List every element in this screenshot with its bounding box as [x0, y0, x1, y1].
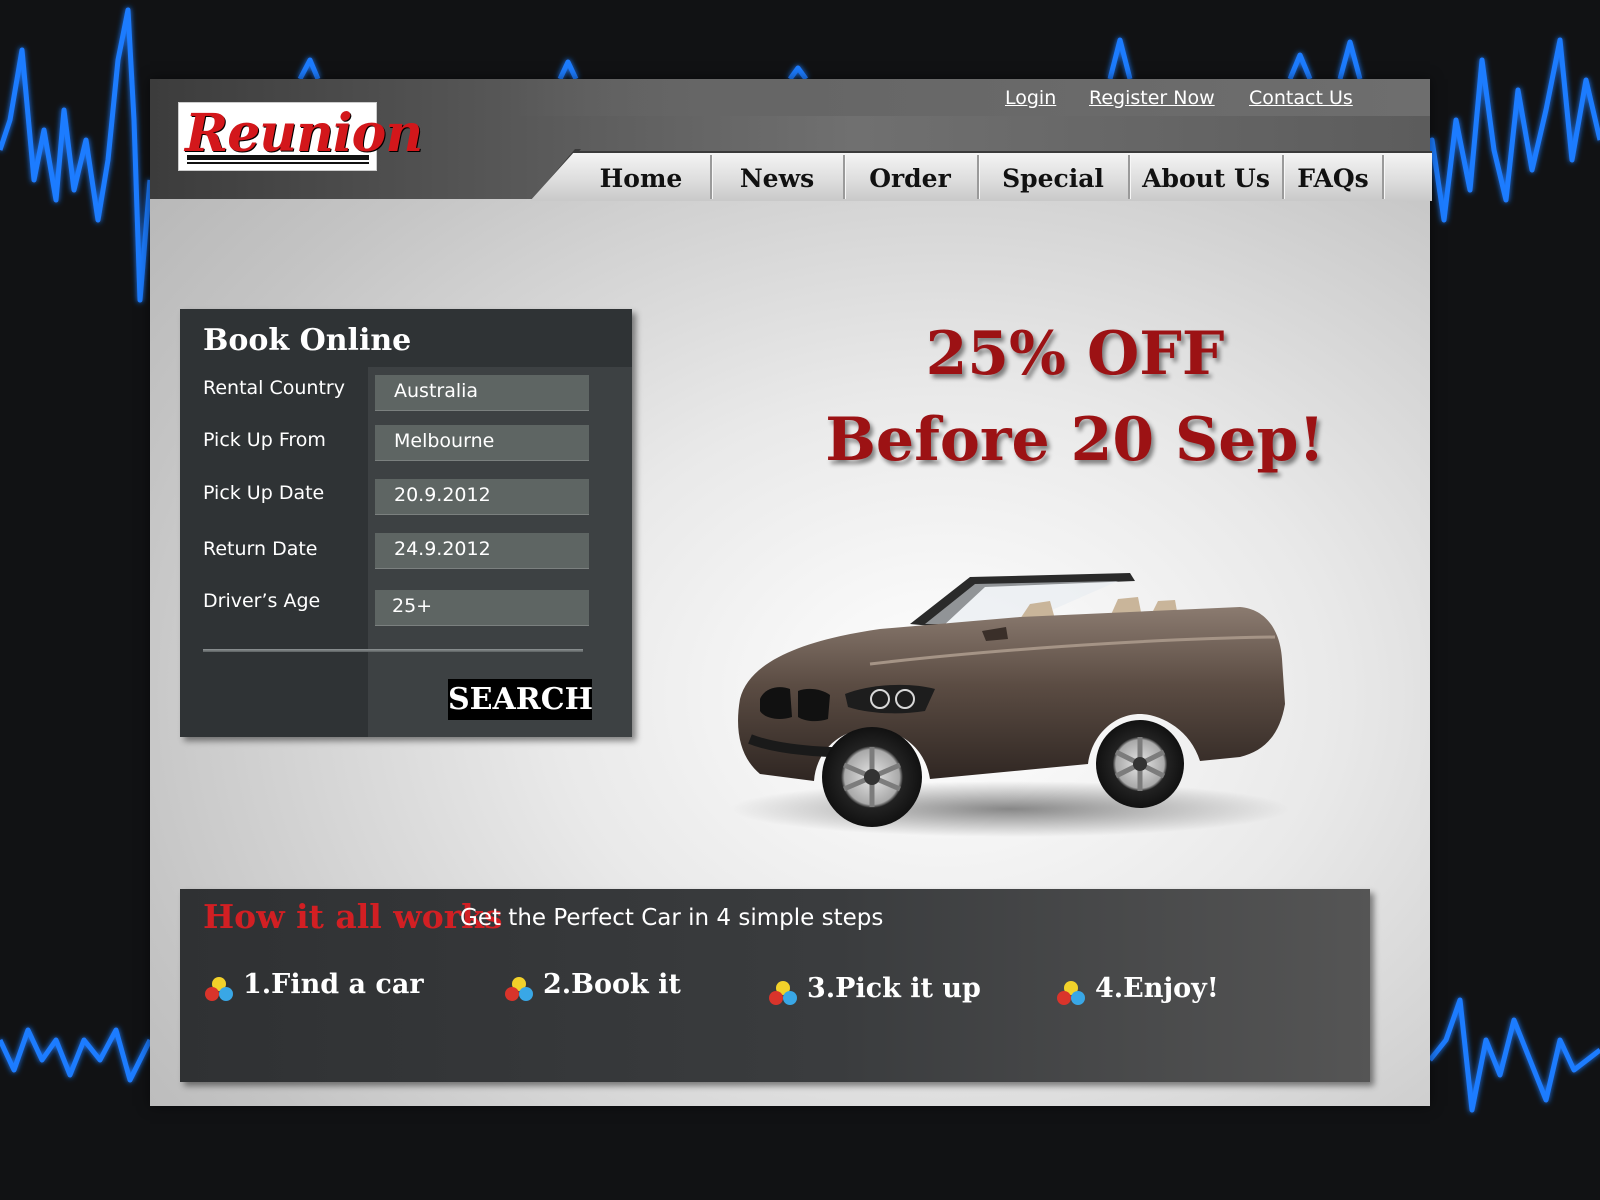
contact-us-link[interactable]: Contact Us — [1249, 87, 1353, 109]
return-date-label: Return Date — [203, 538, 318, 560]
book-online-title: Book Online — [203, 323, 412, 358]
drivers-age-field[interactable]: 25+ — [375, 590, 589, 626]
logo-underline-thin — [187, 162, 369, 164]
nav-special[interactable]: Special — [979, 161, 1127, 197]
logo[interactable]: Reunion — [178, 102, 423, 171]
how-it-works-title: How it all works — [203, 897, 503, 936]
dots-icon — [205, 977, 233, 1001]
pick-up-from-label: Pick Up From — [203, 429, 326, 451]
nav-news[interactable]: News — [712, 161, 842, 197]
rental-country-label: Rental Country — [203, 377, 345, 399]
main-nav: Home News Order Special About Us FAQs — [530, 151, 1432, 201]
pick-up-date-field[interactable]: 20.9.2012 — [375, 479, 589, 515]
form-divider — [203, 649, 583, 652]
dots-icon — [505, 977, 533, 1001]
search-button[interactable]: SEARCH — [448, 679, 593, 720]
login-link[interactable]: Login — [1005, 87, 1056, 109]
promo-discount: 25% OFF — [925, 319, 1225, 389]
register-now-link[interactable]: Register Now — [1089, 87, 1215, 109]
step-label: 4.Enjoy! — [1095, 973, 1219, 1004]
nav-separator — [1382, 155, 1384, 199]
how-it-works-panel: How it all works Get the Perfect Car in … — [180, 889, 1370, 1082]
pick-up-date-label: Pick Up Date — [203, 482, 325, 504]
dots-icon — [769, 981, 797, 1005]
nav-home[interactable]: Home — [575, 161, 707, 197]
step-label: 3.Pick it up — [807, 973, 981, 1004]
page-panel: Reunion Login Register Now Contact Us Ho… — [150, 79, 1432, 1106]
drivers-age-label: Driver’s Age — [203, 590, 321, 612]
book-online-panel: Book Online Rental Country Australia Pic… — [180, 309, 632, 737]
step-label: 2.Book it — [543, 969, 681, 1000]
promo-deadline: Before 20 Sep! — [825, 405, 1325, 475]
return-date-field[interactable]: 24.9.2012 — [375, 533, 589, 569]
pick-up-from-field[interactable]: Melbourne — [375, 425, 589, 461]
how-it-works-subtitle: Get the Perfect Car in 4 simple steps — [460, 905, 884, 931]
nav-order[interactable]: Order — [845, 161, 975, 197]
convertible-car-image — [730, 573, 1290, 837]
nav-about-us[interactable]: About Us — [1130, 161, 1282, 197]
rental-country-field[interactable]: Australia — [375, 375, 589, 411]
logo-underline — [187, 155, 369, 160]
step-label: 1.Find a car — [243, 969, 424, 1000]
dots-icon — [1057, 981, 1085, 1005]
nav-faqs[interactable]: FAQs — [1284, 161, 1382, 197]
